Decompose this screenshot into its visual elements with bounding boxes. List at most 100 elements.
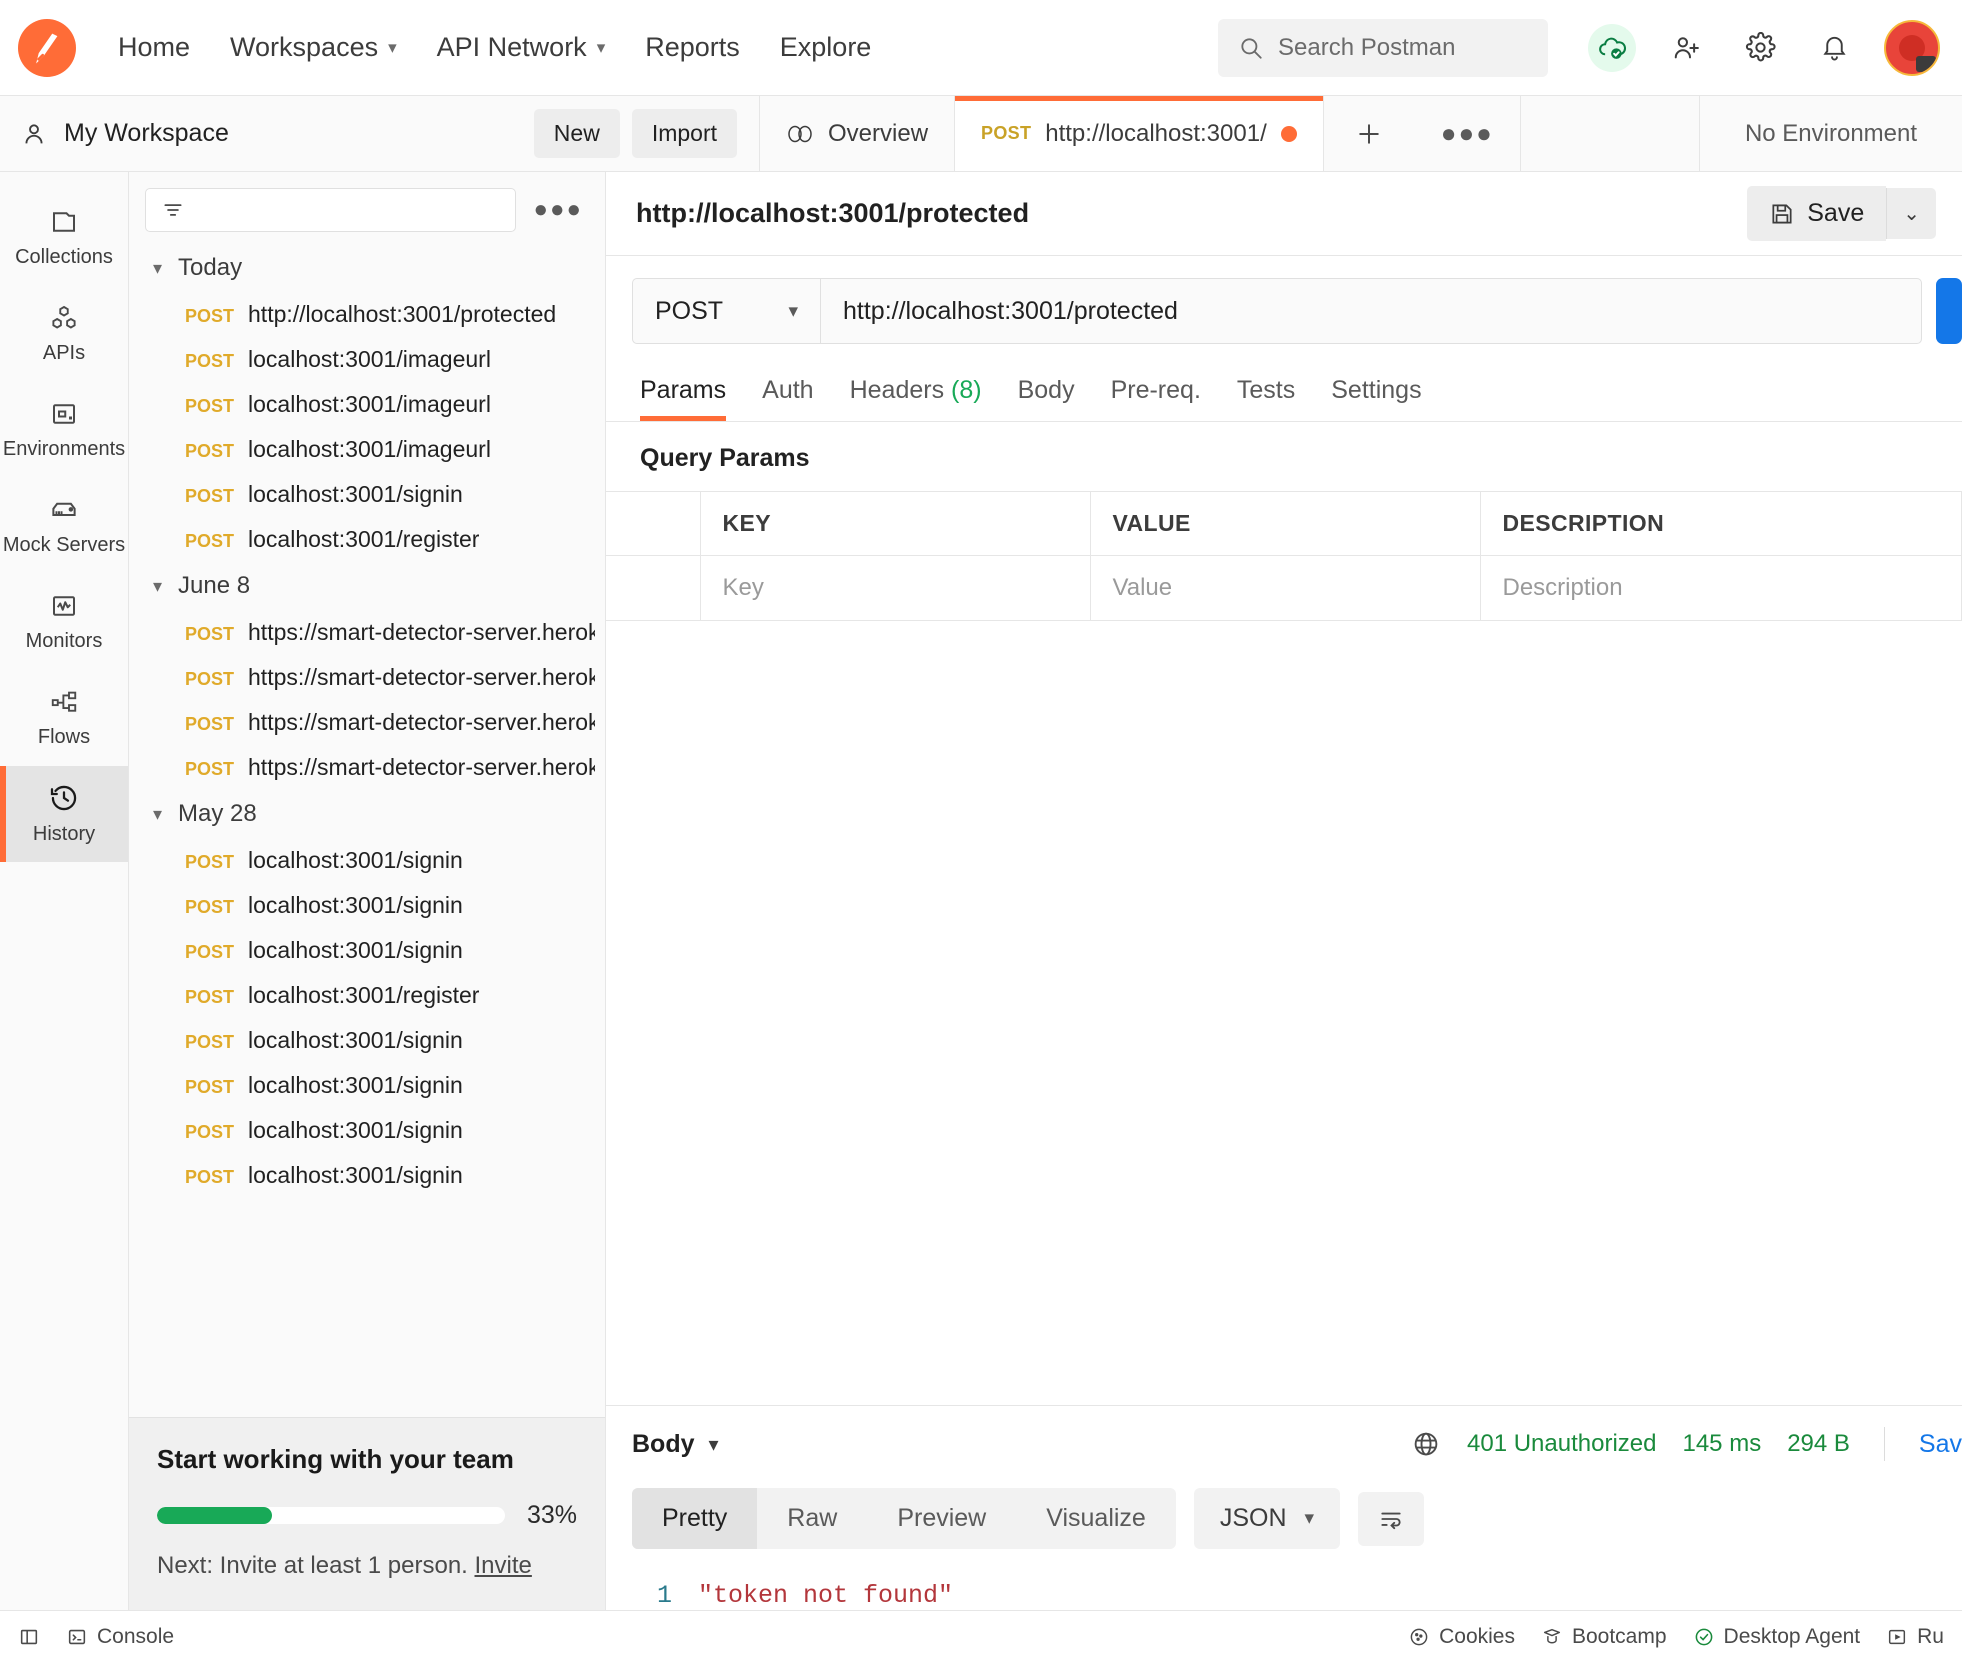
chevron-down-icon[interactable]: ▾ [709,1432,719,1457]
bell-icon[interactable] [1810,24,1858,72]
nav-home[interactable]: Home [98,32,210,63]
list-item[interactable]: POST localhost:3001/signin [129,1018,605,1063]
query-params-label: Query Params [640,444,810,472]
new-button[interactable]: New [533,109,620,158]
wrap-lines-button[interactable] [1358,1491,1425,1546]
save-response-button[interactable]: Sav [1919,1430,1962,1459]
cloud-sync-icon[interactable] [1588,23,1636,72]
send-button[interactable] [1936,278,1962,344]
list-item[interactable]: POST localhost:3001/signin [129,838,605,883]
sidebar-item-collections[interactable]: Collections [0,190,128,286]
tab-options-button[interactable]: ●●● [1415,96,1521,171]
list-item[interactable]: POST localhost:3001/signin [129,1108,605,1153]
new-tab-button[interactable] [1324,96,1415,171]
list-item[interactable]: POST https://smart-detector-server.herok… [129,745,605,790]
history-group-may-28[interactable]: ▾ May 28 [129,790,605,838]
search-icon [1241,37,1262,59]
runner-button[interactable]: Ru [1886,1625,1944,1649]
postman-logo-icon[interactable] [18,18,76,77]
sidebar-item-history[interactable]: History [0,766,128,862]
list-item[interactable]: POST https://smart-detector-server.herok… [129,610,605,655]
save-options-button[interactable]: ⌄ [1886,188,1936,239]
monitors-icon [53,596,75,616]
status-bar-right: Cookies Bootcamp Desktop Agent Ru [1408,1625,1944,1649]
list-item[interactable]: POST https://smart-detector-server.herok… [129,655,605,700]
save-button[interactable]: Save [1747,186,1887,241]
tab-body[interactable]: Body [1000,362,1093,421]
view-pretty[interactable]: Pretty [632,1488,758,1549]
invite-user-icon[interactable] [1662,24,1710,72]
method-badge: POST [185,759,235,779]
tab-settings[interactable]: Settings [1313,362,1439,421]
search-input[interactable]: Search Postman [1218,18,1548,77]
sidebar-options-button[interactable]: ●●● [528,196,590,224]
sidebar-item-label: Monitors [25,630,103,652]
method-badge: POST [185,396,235,416]
row-checkbox[interactable] [606,555,701,621]
invite-link[interactable]: Invite [475,1552,532,1579]
tab-request-protected[interactable]: POST http://localhost:3001/ [955,96,1324,171]
nav-reports[interactable]: Reports [625,32,760,63]
nav-api-network[interactable]: API Network ▾ [417,32,626,63]
apis-icon [52,305,76,329]
tab-overview[interactable]: Overview [760,96,956,171]
table-row[interactable]: Key Value Description [606,555,1962,621]
response-format-selector[interactable]: JSON ▾ [1193,1488,1341,1549]
nav-explore[interactable]: Explore [760,32,892,63]
sidebar-item-flows[interactable]: Flows [0,670,128,766]
console-button[interactable]: Console [66,1625,174,1649]
sidebar-item-mock-servers[interactable]: Mock Servers [0,478,128,574]
tab-headers[interactable]: Headers (8) [832,362,1000,421]
overview-icon [788,125,812,142]
list-item[interactable]: POST localhost:3001/register [129,973,605,1018]
chevron-down-icon: ▾ [788,300,798,322]
list-item[interactable]: POST localhost:3001/signin [129,1063,605,1108]
headers-count: (8) [951,376,982,404]
tab-auth[interactable]: Auth [744,362,831,421]
key-cell[interactable]: Key [700,555,1091,621]
tab-tests[interactable]: Tests [1219,362,1313,421]
list-item[interactable]: POST https://smart-detector-server.herok… [129,700,605,745]
list-item[interactable]: POST http://localhost:3001/protected [129,292,605,337]
sidebar-item-label: Environments [2,438,126,460]
view-preview[interactable]: Preview [867,1488,1016,1549]
filter-input[interactable] [145,188,516,232]
sidebar-toggle-button[interactable] [18,1626,40,1648]
view-raw[interactable]: Raw [757,1488,867,1549]
description-cell[interactable]: Description [1480,555,1962,621]
desktop-agent-button[interactable]: Desktop Agent [1693,1625,1860,1649]
tab-pre-request[interactable]: Pre-req. [1093,362,1219,421]
chevron-down-icon: ▾ [153,575,163,596]
method-badge: POST [185,852,235,872]
gear-icon[interactable] [1736,24,1784,72]
bootcamp-button[interactable]: Bootcamp [1541,1625,1667,1649]
list-item[interactable]: POST localhost:3001/signin [129,883,605,928]
sidebar-item-environments[interactable]: Environments [0,382,128,478]
chevron-down-icon: ▾ [1304,1508,1315,1529]
method-badge: POST [185,306,235,326]
history-group-today[interactable]: ▾ Today [129,244,605,292]
response-view-tabs: Pretty Raw Preview Visualize JSON ▾ [606,1482,1962,1567]
list-item[interactable]: POST localhost:3001/imageurl [129,337,605,382]
list-item[interactable]: POST localhost:3001/register [129,517,605,562]
code-line: 1 "token not found" [606,1581,1962,1610]
nav-workspaces[interactable]: Workspaces ▾ [210,32,417,63]
value-cell[interactable]: Value [1090,555,1481,621]
list-item[interactable]: POST localhost:3001/signin [129,928,605,973]
avatar[interactable] [1884,19,1940,76]
history-group-june-8[interactable]: ▾ June 8 [129,562,605,610]
environment-selector[interactable]: No Environment [1700,96,1962,171]
list-item[interactable]: POST localhost:3001/imageurl [129,382,605,427]
list-item[interactable]: POST localhost:3001/signin [129,472,605,517]
method-selector[interactable]: POST ▾ [632,278,820,344]
sidebar-item-monitors[interactable]: Monitors [0,574,128,670]
list-item[interactable]: POST localhost:3001/signin [129,1153,605,1198]
list-item[interactable]: POST localhost:3001/imageurl [129,427,605,472]
chevron-down-icon: ▾ [388,37,397,57]
cookies-button[interactable]: Cookies [1408,1625,1515,1649]
sidebar-item-apis[interactable]: APIs [0,286,128,382]
view-visualize[interactable]: Visualize [1016,1488,1176,1549]
tab-params[interactable]: Params [632,362,744,421]
url-input[interactable]: http://localhost:3001/protected [820,278,1922,344]
import-button[interactable]: Import [631,109,737,158]
